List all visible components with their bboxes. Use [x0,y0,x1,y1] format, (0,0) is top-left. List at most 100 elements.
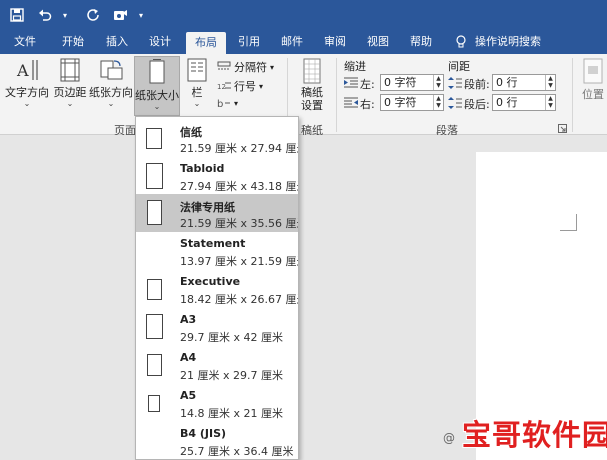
paper-size-dims: 14.8 厘米 x 21 厘米 [180,407,283,420]
margins-icon [60,58,80,82]
paper-size-dims: 29.7 厘米 x 42 厘米 [180,331,283,344]
paper-size-item-a3[interactable]: A3 29.7 厘米 x 42 厘米 [136,308,298,346]
tab-file[interactable]: 文件 [10,30,40,54]
chevron-down-icon: ⌄ [107,99,115,108]
margin-corner-mark [560,214,577,231]
hyphenation-icon: b [217,99,230,109]
indent-left-input[interactable]: 0 字符 ▲ ▼ [380,74,444,91]
touch-mode-icon[interactable] [112,6,130,24]
paper-size-dims: 21.59 厘米 x 35.56 厘米 [180,217,299,230]
undo-dropdown-chevron-icon[interactable]: ▾ [56,6,74,24]
orientation-label: 纸张方向 [89,86,133,99]
tab-help[interactable]: 帮助 [404,30,438,54]
paper-thumbnail-icon [146,314,163,339]
breaks-label: 分隔符 [234,61,267,74]
spinner-arrows-icon[interactable]: ▲ ▼ [545,95,555,110]
paper-size-item-statement[interactable]: Statement 13.97 厘米 x 21.59 厘米 [136,232,298,270]
paper-size-dims: 13.97 厘米 x 21.59 厘米 [180,255,299,268]
spacing-after-input[interactable]: 0 行 ▲ ▼ [492,94,556,111]
tell-me-label: 操作说明搜索 [475,35,541,48]
spacing-before-input[interactable]: 0 行 ▲ ▼ [492,74,556,91]
spinner-arrows-icon[interactable]: ▲ ▼ [433,95,443,110]
orientation-button[interactable]: 纸张方向 ⌄ [89,58,133,120]
tab-design[interactable]: 设计 [143,30,177,54]
indent-right-label: 右: [360,98,375,111]
paper-size-dims: 27.94 厘米 x 43.18 厘米 [180,180,299,193]
tab-references[interactable]: 引用 [232,30,266,54]
paper-size-item-b4-jis[interactable]: B4 (JIS) 25.7 厘米 x 36.4 厘米 [136,422,298,459]
svg-text:b: b [217,99,223,109]
indent-left-label: 左: [360,78,375,91]
group-separator [572,58,573,132]
dialog-launcher-icon[interactable] [558,124,567,133]
manuscript-settings-button[interactable]: 稿纸设置 [292,58,332,116]
indent-left-value: 0 字符 [384,76,417,89]
svg-text:A: A [16,61,29,80]
paper-size-name: Executive [180,275,241,288]
tell-me-search[interactable]: 操作说明搜索 [455,30,541,54]
paper-size-dims: 21.59 厘米 x 27.94 厘米 [180,142,299,155]
position-button[interactable]: 位置 [578,58,607,116]
title-bar: ▾ ▾ [0,0,607,30]
paper-thumbnail-icon [147,200,162,225]
lightbulb-icon [456,35,466,48]
columns-icon [187,58,207,82]
tab-insert[interactable]: 插入 [100,30,134,54]
paper-size-dims: 18.42 厘米 x 26.67 厘米 [180,293,299,306]
indent-right-value: 0 字符 [384,96,417,109]
indent-right-input[interactable]: 0 字符 ▲ ▼ [380,94,444,111]
spinner-arrows-icon[interactable]: ▲ ▼ [433,75,443,90]
paper-thumbnail-icon [148,243,160,260]
spacing-before-icon [448,77,462,89]
paper-size-item-tabloid[interactable]: Tabloid 27.94 厘米 x 43.18 厘米 [136,157,298,195]
text-direction-icon: A [16,60,38,80]
size-button[interactable]: 纸张大小 ⌄ [134,56,180,116]
position-label: 位置 [582,88,604,101]
paper-size-dims: 25.7 厘米 x 36.4 厘米 [180,445,294,458]
tab-mailings[interactable]: 邮件 [275,30,309,54]
watermark-at-symbol: @ [443,431,455,445]
tab-home[interactable]: 开始 [56,30,90,54]
hyphenation-button[interactable]: b ▾ [217,97,238,110]
paper-thumbnail-icon [146,163,163,189]
indent-left-icon [344,77,358,88]
redo-icon[interactable] [84,6,102,24]
paper-size-dropdown[interactable]: 信纸 21.59 厘米 x 27.94 厘米 Tabloid 27.94 厘米 … [135,116,299,460]
manuscript-paper-icon [303,58,321,84]
paper-size-item-letter[interactable]: 信纸 21.59 厘米 x 27.94 厘米 [136,119,298,157]
line-numbers-label: 行号 [234,80,256,93]
text-direction-button[interactable]: A 文字方向 ⌄ [4,58,50,120]
indent-label: 缩进 [344,60,366,73]
customize-toolbar-chevron-icon[interactable]: ▾ [132,6,150,24]
margins-button[interactable]: 页边距 ⌄ [52,58,88,120]
breaks-button[interactable]: 分隔符 ▾ [217,59,274,75]
paper-size-item-executive[interactable]: Executive 18.42 厘米 x 26.67 厘米 [136,270,298,308]
save-icon[interactable] [8,6,26,24]
paper-size-name: 法律专用纸 [180,201,235,214]
spacing-before-value: 0 行 [496,76,518,89]
indent-right-icon [344,97,358,108]
spinner-arrows-icon[interactable]: ▲ ▼ [545,75,555,90]
columns-button[interactable]: 栏 ⌄ [183,58,211,120]
paper-size-item-a5[interactable]: A5 14.8 厘米 x 21 厘米 [136,384,298,422]
margins-label: 页边距 [53,86,87,99]
paper-size-dims: 21 厘米 x 29.7 厘米 [180,369,283,382]
text-direction-label: 文字方向 [5,86,49,99]
paper-size-item-legal[interactable]: 法律专用纸 21.59 厘米 x 35.56 厘米 [136,194,298,232]
spacing-after-value: 0 行 [496,96,518,109]
tab-view[interactable]: 视图 [361,30,395,54]
chevron-down-icon: ▾ [270,62,275,72]
ribbon-layout: A 文字方向 ⌄ 页边距 ⌄ 纸张方向 ⌄ 纸张大小 ⌄ 栏 ⌄ 分隔符 ▾ 1… [0,54,607,137]
columns-label: 栏 [191,86,203,99]
paper-thumbnail-icon [148,395,160,412]
paper-size-item-a4[interactable]: A4 21 厘米 x 29.7 厘米 [136,346,298,384]
watermark-text: 宝哥软件园 [462,418,607,452]
undo-icon[interactable] [36,6,54,24]
paper-size-name: A4 [180,351,197,364]
tab-layout[interactable]: 布局 [186,32,226,54]
svg-text:12: 12 [217,83,226,91]
spacing-after-label: 段后: [464,98,490,111]
line-numbers-button[interactable]: 12 行号 ▾ [217,78,263,94]
spacing-after-icon [448,97,462,109]
tab-review[interactable]: 审阅 [318,30,352,54]
